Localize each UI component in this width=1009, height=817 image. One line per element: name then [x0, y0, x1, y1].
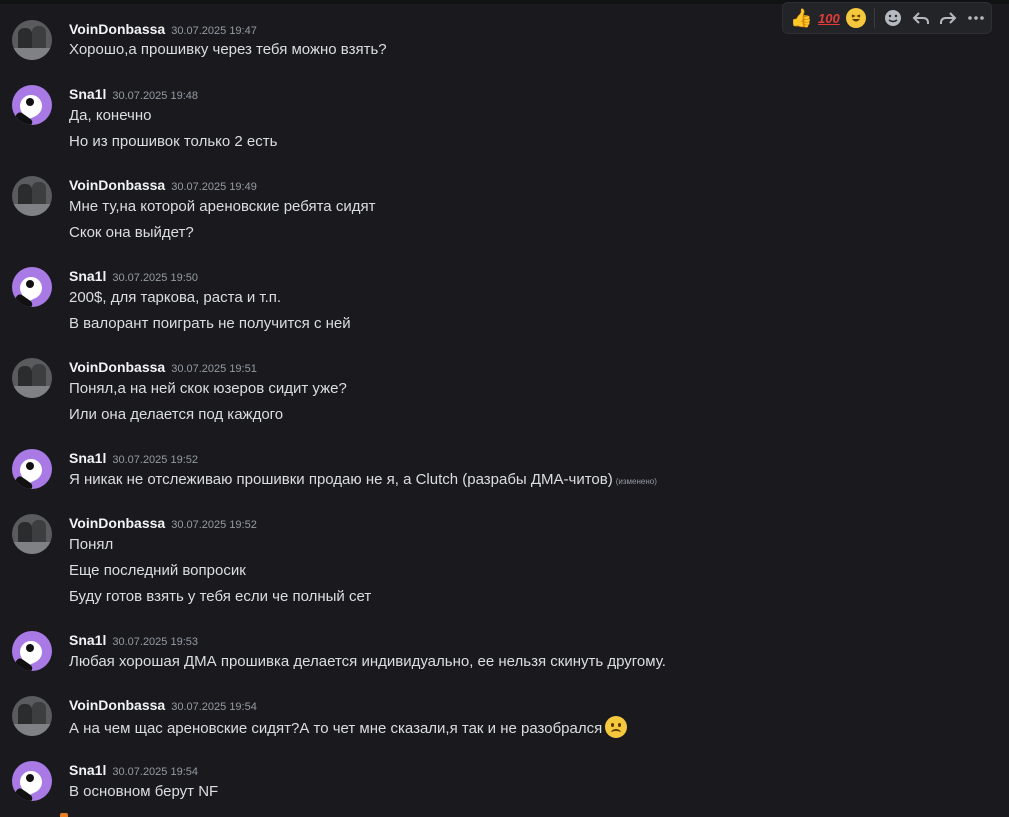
- username[interactable]: Sna1l: [69, 86, 106, 102]
- message-text: А на чем щас ареновские сидят?А то чет м…: [69, 719, 603, 737]
- message-header: Sna1l 30.07.2025 19:53: [69, 632, 198, 650]
- avatar[interactable]: [12, 358, 52, 398]
- avatar[interactable]: [12, 761, 52, 801]
- reply-icon[interactable]: [908, 5, 933, 31]
- username[interactable]: VoinDonbassa: [69, 359, 165, 375]
- message-text: Да, конечно: [69, 107, 152, 124]
- username[interactable]: Sna1l: [69, 632, 106, 648]
- message-header: VoinDonbassa 30.07.2025 19:54: [69, 697, 257, 715]
- frowning-face-emoji-icon: [605, 716, 628, 738]
- message-header: VoinDonbassa 30.07.2025 19:52: [69, 515, 257, 533]
- username[interactable]: VoinDonbassa: [69, 177, 165, 193]
- message-text: В основном берут NF: [69, 783, 219, 800]
- message-line: Я никак не отслеживаю прошивки продаю не…: [69, 471, 657, 488]
- avatar[interactable]: [12, 514, 52, 554]
- more-options-icon[interactable]: [963, 5, 988, 31]
- avatar[interactable]: [12, 631, 52, 671]
- message-header: VoinDonbassa 30.07.2025 19:49: [69, 177, 257, 195]
- message-header: VoinDonbassa 30.07.2025 19:51: [69, 359, 257, 377]
- timestamp: 30.07.2025 19:50: [112, 272, 198, 284]
- username[interactable]: Sna1l: [69, 762, 106, 778]
- message-line: А на чем щас ареновские сидят?А то чет м…: [69, 716, 628, 740]
- message-text: Еще последний вопросик: [69, 562, 246, 579]
- timestamp: 30.07.2025 19:53: [112, 636, 198, 648]
- message-text: Или она делается под каждого: [69, 406, 284, 423]
- message-header: Sna1l 30.07.2025 19:52: [69, 450, 198, 468]
- timestamp: 30.07.2025 19:49: [171, 181, 257, 193]
- message-text: Любая хорошая ДМА прошивка делается инди…: [69, 653, 666, 670]
- avatar[interactable]: [12, 267, 52, 307]
- reaction-squinting-grin-icon[interactable]: [844, 5, 869, 31]
- message-text: Но из прошивок только 2 есть: [69, 133, 278, 150]
- timestamp: 30.07.2025 19:51: [171, 363, 257, 375]
- message-header: Sna1l 30.07.2025 19:54: [69, 762, 198, 780]
- message-header: VoinDonbassa 30.07.2025 19:47: [69, 21, 257, 39]
- username[interactable]: VoinDonbassa: [69, 515, 165, 531]
- next-message-avatar-edge: [60, 813, 68, 817]
- message-text: Мне ту,на которой ареновские ребята сидя…: [69, 198, 376, 215]
- avatar[interactable]: [12, 449, 52, 489]
- timestamp: 30.07.2025 19:48: [112, 90, 198, 102]
- username[interactable]: Sna1l: [69, 450, 106, 466]
- message-text: Понял: [69, 536, 114, 553]
- timestamp: 30.07.2025 19:54: [112, 766, 198, 778]
- avatar[interactable]: [12, 176, 52, 216]
- message-header: Sna1l 30.07.2025 19:50: [69, 268, 198, 286]
- add-reaction-icon[interactable]: [881, 5, 906, 31]
- reaction-hundred-points-icon[interactable]: 100: [817, 5, 842, 31]
- username[interactable]: Sna1l: [69, 268, 106, 284]
- reaction-thumbs-up-icon[interactable]: 👍: [789, 5, 814, 31]
- avatar[interactable]: [12, 20, 52, 60]
- message-text: 200$, для таркова, раста и т.п.: [69, 289, 282, 306]
- message-text: Я никак не отслеживаю прошивки продаю не…: [69, 471, 613, 488]
- edited-label: (изменено): [615, 477, 657, 486]
- forward-icon[interactable]: [936, 5, 961, 31]
- message-text: Скок она выйдет?: [69, 224, 194, 241]
- message-text: В валорант поиграть не получится с ней: [69, 315, 351, 332]
- username[interactable]: VoinDonbassa: [69, 697, 165, 713]
- timestamp: 30.07.2025 19:52: [112, 454, 198, 466]
- timestamp: 30.07.2025 19:47: [171, 25, 257, 37]
- message-text: Хорошо,а прошивку через тебя можно взять…: [69, 41, 387, 58]
- timestamp: 30.07.2025 19:54: [171, 701, 257, 713]
- message-actions-toolbar: 👍 100: [782, 2, 992, 34]
- message-text: Буду готов взять у тебя если че полный с…: [69, 588, 372, 605]
- username[interactable]: VoinDonbassa: [69, 21, 165, 37]
- message-header: Sna1l 30.07.2025 19:48: [69, 86, 198, 104]
- timestamp: 30.07.2025 19:52: [171, 519, 257, 531]
- avatar[interactable]: [12, 85, 52, 125]
- toolbar-divider: [873, 8, 875, 28]
- message-text: Понял,а на ней скок юзеров сидит уже?: [69, 380, 347, 397]
- avatar[interactable]: [12, 696, 52, 736]
